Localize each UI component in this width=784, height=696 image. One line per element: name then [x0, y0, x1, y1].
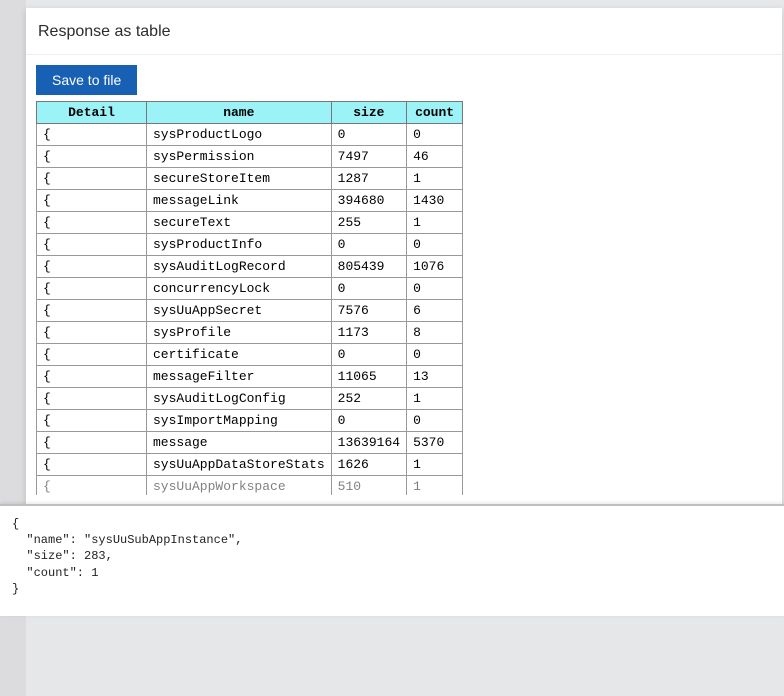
cell-count: 1	[407, 168, 463, 190]
cell-name: message	[147, 432, 332, 454]
cell-size: 805439	[331, 256, 406, 278]
header-detail[interactable]: Detail	[37, 102, 147, 124]
cell-name: sysProductLogo	[147, 124, 332, 146]
cell-name: certificate	[147, 344, 332, 366]
cell-count: 1	[407, 212, 463, 234]
cell-count: 5370	[407, 432, 463, 454]
cell-count: 13	[407, 366, 463, 388]
save-to-file-button[interactable]: Save to file	[36, 65, 137, 95]
cell-count: 0	[407, 278, 463, 300]
panel-title: Response as table	[26, 8, 782, 55]
cell-name: concurrencyLock	[147, 278, 332, 300]
cell-detail[interactable]: {	[37, 432, 147, 454]
table-row[interactable]: {sysAuditLogRecord8054391076	[37, 256, 463, 278]
cell-size: 0	[331, 410, 406, 432]
cell-size: 11065	[331, 366, 406, 388]
table-row[interactable]: {secureStoreItem12871	[37, 168, 463, 190]
main-panel: Response as table Save to file Detail na…	[26, 8, 782, 504]
cell-detail[interactable]: {	[37, 212, 147, 234]
table-row[interactable]: {messageFilter1106513	[37, 366, 463, 388]
cell-count: 1	[407, 388, 463, 410]
cell-detail[interactable]: {	[37, 146, 147, 168]
response-table: Detail name size count {sysProductLogo00…	[36, 101, 463, 495]
header-count[interactable]: count	[407, 102, 463, 124]
cell-size: 0	[331, 278, 406, 300]
cell-detail[interactable]: {	[37, 476, 147, 496]
cell-name: messageLink	[147, 190, 332, 212]
cell-detail[interactable]: {	[37, 256, 147, 278]
cell-count: 6	[407, 300, 463, 322]
cell-detail[interactable]: {	[37, 278, 147, 300]
cell-count: 8	[407, 322, 463, 344]
cell-size: 510	[331, 476, 406, 496]
cell-detail[interactable]: {	[37, 322, 147, 344]
cell-size: 255	[331, 212, 406, 234]
cell-detail[interactable]: {	[37, 388, 147, 410]
cell-name: sysUuAppSecret	[147, 300, 332, 322]
cell-name: sysUuAppWorkspace	[147, 476, 332, 496]
cell-count: 1430	[407, 190, 463, 212]
table-row[interactable]: {sysAuditLogConfig2521	[37, 388, 463, 410]
cell-detail[interactable]: {	[37, 454, 147, 476]
cell-detail[interactable]: {	[37, 190, 147, 212]
cell-count: 0	[407, 344, 463, 366]
table-row[interactable]: {sysUuAppWorkspace5101	[37, 476, 463, 496]
table-row[interactable]: {sysProfile11738	[37, 322, 463, 344]
table-wrap: Detail name size count {sysProductLogo00…	[26, 101, 782, 495]
cell-detail[interactable]: {	[37, 234, 147, 256]
cell-size: 1626	[331, 454, 406, 476]
cell-size: 1173	[331, 322, 406, 344]
table-row[interactable]: {message136391645370	[37, 432, 463, 454]
table-row[interactable]: {sysProductLogo00	[37, 124, 463, 146]
cell-detail[interactable]: {	[37, 366, 147, 388]
toolbar: Save to file	[26, 55, 782, 101]
cell-detail[interactable]: {	[37, 344, 147, 366]
cell-name: messageFilter	[147, 366, 332, 388]
cell-detail[interactable]: {	[37, 124, 147, 146]
header-size[interactable]: size	[331, 102, 406, 124]
cell-name: sysAuditLogRecord	[147, 256, 332, 278]
table-row[interactable]: {secureText2551	[37, 212, 463, 234]
cell-detail[interactable]: {	[37, 410, 147, 432]
table-row[interactable]: {messageLink3946801430	[37, 190, 463, 212]
cell-size: 0	[331, 234, 406, 256]
cell-size: 7576	[331, 300, 406, 322]
cell-detail[interactable]: {	[37, 168, 147, 190]
cell-count: 46	[407, 146, 463, 168]
cell-count: 1076	[407, 256, 463, 278]
cell-size: 394680	[331, 190, 406, 212]
cell-count: 0	[407, 124, 463, 146]
cell-count: 1	[407, 476, 463, 496]
table-row[interactable]: {concurrencyLock00	[37, 278, 463, 300]
cell-size: 0	[331, 124, 406, 146]
cell-name: secureStoreItem	[147, 168, 332, 190]
table-row[interactable]: {sysPermission749746	[37, 146, 463, 168]
cell-size: 0	[331, 344, 406, 366]
cell-size: 13639164	[331, 432, 406, 454]
header-name[interactable]: name	[147, 102, 332, 124]
cell-count: 0	[407, 234, 463, 256]
table-header-row: Detail name size count	[37, 102, 463, 124]
cell-size: 7497	[331, 146, 406, 168]
table-row[interactable]: {sysUuAppSecret75766	[37, 300, 463, 322]
detail-json-panel: { "name": "sysUuSubAppInstance", "size":…	[0, 504, 784, 616]
cell-name: sysAuditLogConfig	[147, 388, 332, 410]
table-row[interactable]: {sysUuAppDataStoreStats16261	[37, 454, 463, 476]
cell-size: 252	[331, 388, 406, 410]
cell-name: secureText	[147, 212, 332, 234]
cell-size: 1287	[331, 168, 406, 190]
cell-name: sysUuAppDataStoreStats	[147, 454, 332, 476]
cell-name: sysPermission	[147, 146, 332, 168]
cell-count: 0	[407, 410, 463, 432]
table-row[interactable]: {sysImportMapping00	[37, 410, 463, 432]
cell-name: sysProductInfo	[147, 234, 332, 256]
table-row[interactable]: {sysProductInfo00	[37, 234, 463, 256]
table-row[interactable]: {certificate00	[37, 344, 463, 366]
cell-detail[interactable]: {	[37, 300, 147, 322]
cell-count: 1	[407, 454, 463, 476]
cell-name: sysImportMapping	[147, 410, 332, 432]
cell-name: sysProfile	[147, 322, 332, 344]
